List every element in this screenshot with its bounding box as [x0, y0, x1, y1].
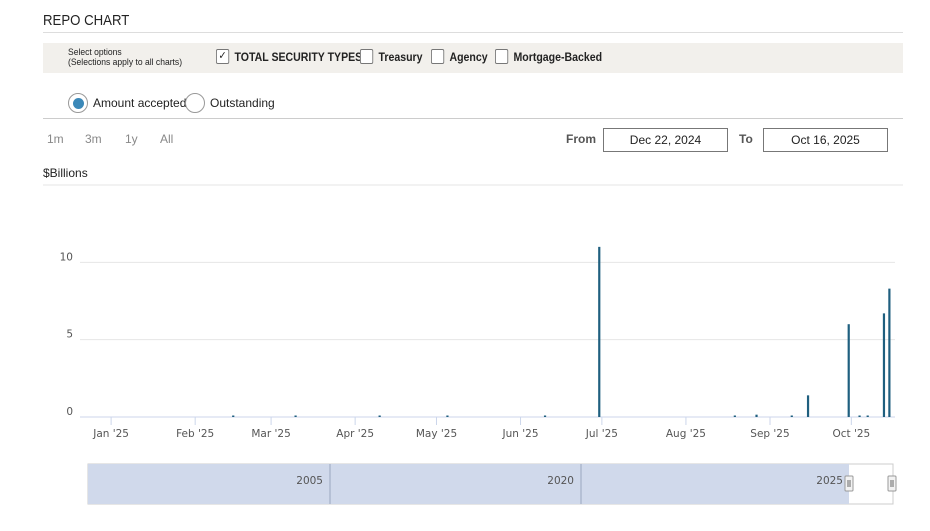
navigator-year-label: 2005: [296, 475, 323, 487]
bar: [543, 415, 547, 417]
x-tick-label: May '25: [416, 428, 457, 440]
bar: [733, 415, 736, 417]
navigator-unselected-area: [88, 464, 849, 504]
x-tick-label: Oct '25: [832, 428, 870, 440]
x-tick-label: Jul '25: [585, 428, 618, 440]
x-tick-label: Jan '25: [92, 428, 129, 440]
bar: [232, 415, 235, 417]
bar: [598, 246, 601, 417]
navigator-handle[interactable]: [844, 475, 854, 492]
bar: [790, 415, 793, 417]
x-tick-label: Feb '25: [176, 428, 214, 440]
navigator-year-label: 2020: [547, 475, 574, 487]
y-tick-label: 10: [60, 251, 73, 263]
bar: [847, 324, 850, 417]
bar: [755, 414, 758, 417]
navigator-handle[interactable]: [887, 475, 897, 492]
x-tick-label: Mar '25: [251, 428, 290, 440]
bar: [858, 415, 861, 417]
x-tick-label: Apr '25: [336, 428, 374, 440]
bar: [882, 313, 886, 417]
bar: [888, 288, 891, 417]
y-tick-label: 5: [66, 329, 73, 341]
y-tick-label: 0: [66, 406, 73, 418]
x-tick-label: Aug '25: [666, 428, 706, 440]
bar: [806, 395, 810, 417]
navigator-year-label: 2025: [816, 475, 843, 487]
x-tick-label: Jun '25: [502, 428, 539, 440]
bar: [446, 415, 449, 417]
repo-chart: 0 5 10 Jan '25 Feb '25 Mar '25 Apr '25 May '25 J…: [43, 184, 903, 505]
bar: [378, 415, 381, 417]
x-tick-label: Sep '25: [750, 428, 789, 440]
bar: [866, 415, 869, 417]
bar: [294, 415, 297, 417]
